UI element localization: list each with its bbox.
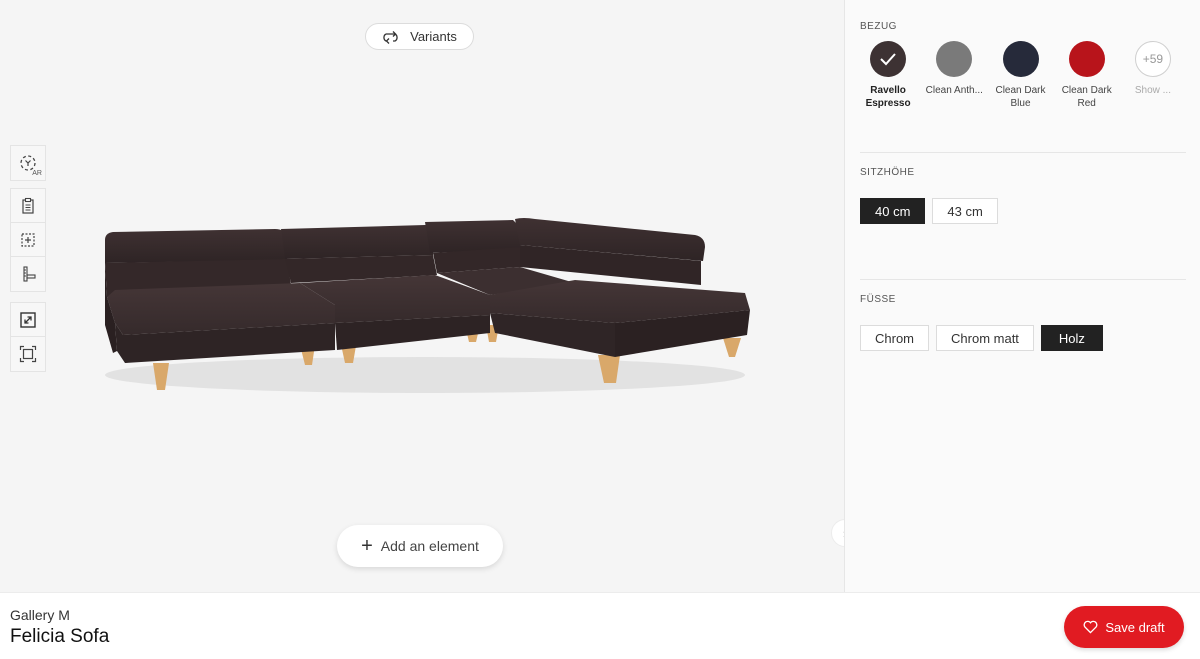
option-43cm[interactable]: 43 cm [932,198,998,224]
option-holz[interactable]: Holz [1040,325,1103,351]
toolbar-view-group [10,302,46,372]
ar-button[interactable]: AR [11,146,45,180]
option-40cm[interactable]: 40 cm [860,198,926,224]
fuesse-title: FÜSSE [860,294,896,305]
heart-icon [1083,620,1098,634]
legs-options: Chrom Chrom matt Holz [860,325,1186,351]
measure-button[interactable] [11,257,45,291]
swap-icon [383,30,398,44]
divider [860,152,1186,153]
swatch-clean-dark-red[interactable]: Clean Dark Red [1054,41,1120,110]
variants-label: Variants [410,29,457,44]
swatch-circle [1068,41,1105,77]
configuration-panel: BEZUG Ravello Espresso Clean Anth... Cle… [844,0,1200,592]
swatch-name: Clean Anth... [925,85,983,96]
add-element-label: Add an element [380,538,479,554]
fullscreen-button[interactable] [11,303,45,337]
footer-bar: Gallery M Felicia Sofa Save draft [0,592,1200,659]
sitzhoehe-title: SITZHÖHE [860,167,915,178]
seat-height-options: 40 cm 43 cm [860,198,1186,224]
brand-name: Gallery M [10,607,70,623]
swatch-circle [1002,41,1039,77]
swatch-circle [870,41,907,77]
sofa-3d-render[interactable] [95,205,760,400]
swatch-circle [936,41,973,77]
option-chrom[interactable]: Chrom [860,325,930,351]
sitzhoehe-section: SITZHÖHE 40 cm 43 cm [860,167,1186,224]
divider [860,279,1186,280]
swatch-clean-anthrazit[interactable]: Clean Anth... [921,41,987,110]
bezug-title: BEZUG [860,21,897,32]
fit-frame-icon [19,345,37,363]
swatch-clean-dark-blue[interactable]: Clean Dark Blue [987,41,1053,110]
swatch-name: Clean Dark Blue [995,85,1046,109]
plus-icon: + [361,535,373,557]
notes-button[interactable] [11,189,45,223]
add-element-button[interactable]: + Add an element [337,525,503,567]
toolbar-ar-group: AR [10,145,46,181]
ar-label: AR [32,170,42,177]
save-draft-button[interactable]: Save draft [1064,606,1184,648]
more-count: +59 [1134,41,1171,77]
clipboard-icon [22,197,34,214]
add-frame-icon [21,232,35,247]
fuesse-section: FÜSSE Chrom Chrom matt Holz [860,294,1186,351]
add-frame-button[interactable] [11,223,45,257]
fabric-swatches: Ravello Espresso Clean Anth... Clean Dar… [855,41,1186,110]
swatch-name: Ravello Espresso [865,85,911,109]
checkmark-icon [880,53,896,66]
swatch-ravello-espresso[interactable]: Ravello Espresso [855,41,921,110]
product-name: Felicia Sofa [10,626,110,647]
variants-button[interactable]: Variants [365,23,474,50]
option-chrom-matt[interactable]: Chrom matt [936,325,1034,351]
toolbar-tools-group [10,188,46,292]
swatch-name: Clean Dark Red [1061,85,1112,109]
measure-icon [23,266,36,282]
save-draft-label: Save draft [1105,619,1165,635]
expand-icon [20,311,36,328]
fit-view-button[interactable] [11,337,45,371]
show-more-label: Show ... [1134,85,1171,96]
show-more-swatches[interactable]: +59 Show ... [1120,41,1186,110]
product-viewer[interactable]: Variants AR + Add an element [0,0,859,592]
bezug-section: BEZUG Ravello Espresso Clean Anth... Cle… [860,21,1186,110]
